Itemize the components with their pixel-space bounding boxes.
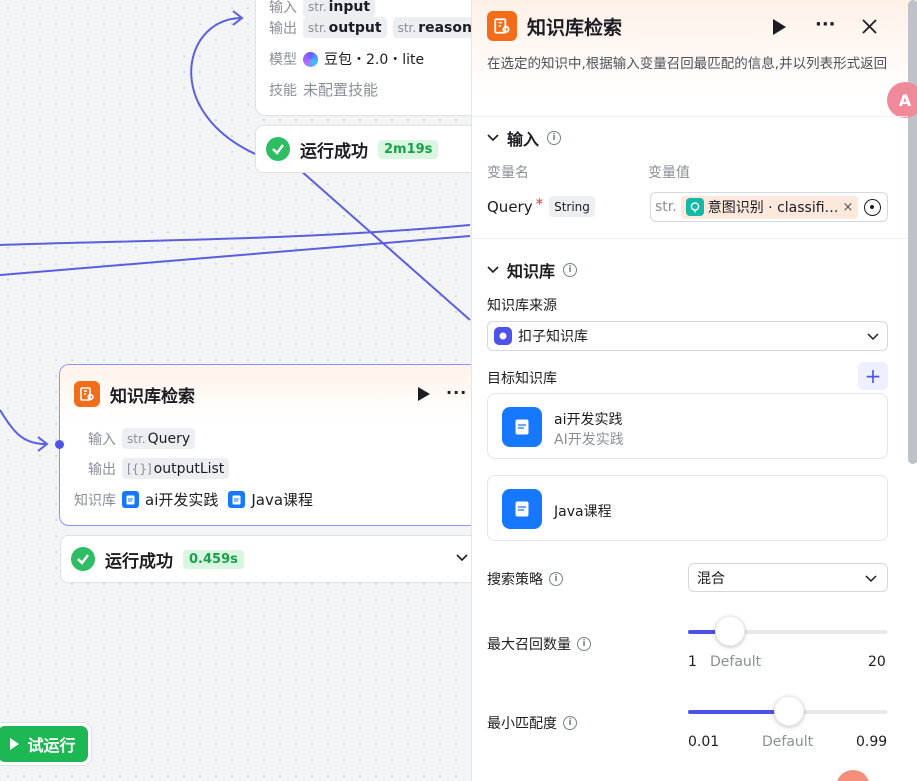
scrollbar[interactable] <box>908 0 917 464</box>
kb-retrieval-node[interactable]: 知识库检索 ··· 输入 str. Query 输出 [{}] outputList… <box>59 364 489 526</box>
doc-icon <box>502 407 542 447</box>
kb-label: 知识库 <box>74 492 116 509</box>
info-icon[interactable]: i <box>547 131 562 145</box>
status-text: 运行成功 <box>300 141 368 162</box>
input-label: 输入 <box>269 0 297 16</box>
input-tag: str. Query <box>122 428 196 449</box>
doubao-icon <box>303 51 318 67</box>
slider-default: Default <box>710 654 762 670</box>
kb-node-icon <box>487 11 517 41</box>
min-match-label: 最小匹配度 <box>487 716 557 732</box>
status-text: 运行成功 <box>105 551 173 572</box>
remove-icon[interactable]: × <box>843 200 854 215</box>
output-tag: str. output <box>303 17 387 38</box>
assistant-fab[interactable] <box>836 770 870 781</box>
kb-node-icon <box>74 381 100 407</box>
wire <box>0 409 46 445</box>
output-label: 输出 <box>269 20 297 37</box>
target-icon[interactable] <box>864 199 881 216</box>
model-label: 模型 <box>269 52 297 68</box>
var-type-badge: String <box>549 196 595 217</box>
chevron-down-icon[interactable] <box>487 266 499 274</box>
more-icon[interactable]: ··· <box>446 383 467 402</box>
info-icon[interactable]: i <box>577 637 591 651</box>
wire <box>0 235 471 276</box>
info-icon[interactable]: i <box>563 263 578 277</box>
llm-run-status[interactable]: 运行成功 2m19s <box>255 125 495 173</box>
kb-item: Java课程 <box>251 491 314 509</box>
max-recall-label: 最大召回数量 <box>487 637 571 653</box>
kb-run-status[interactable]: 运行成功 0.459s <box>60 535 480 583</box>
slider-default: Default <box>762 734 814 750</box>
required-mark: * <box>535 194 544 213</box>
slider-handle[interactable] <box>715 616 745 646</box>
var-name: Query <box>487 197 533 216</box>
play-icon[interactable] <box>418 387 430 401</box>
translate-icon[interactable]: A <box>887 82 917 118</box>
coze-icon <box>494 327 512 345</box>
input-port[interactable] <box>55 440 64 449</box>
info-icon[interactable]: i <box>563 716 577 730</box>
chevron-down-icon <box>867 333 879 341</box>
close-icon[interactable] <box>862 19 877 34</box>
add-kb-button[interactable]: + <box>858 362 888 390</box>
check-icon <box>71 547 95 571</box>
output-tag: [{}] outputList <box>122 458 230 479</box>
info-icon[interactable]: i <box>549 572 563 586</box>
model-value: 豆包・2.0・lite <box>324 52 425 68</box>
input-tag: str. input <box>303 0 376 17</box>
kb-section-title: 知识库 <box>507 262 556 281</box>
doc-icon <box>228 491 246 508</box>
slider-handle[interactable] <box>774 696 804 726</box>
more-icon[interactable]: ··· <box>815 14 836 35</box>
doc-icon <box>502 489 542 529</box>
chevron-down-icon[interactable] <box>456 554 468 562</box>
input-label: 输入 <box>88 431 116 448</box>
input-section-title: 输入 <box>507 130 540 149</box>
strategy-select[interactable]: 混合 <box>688 563 888 592</box>
intent-icon <box>685 198 704 216</box>
strategy-label: 搜索策略 <box>487 572 543 588</box>
chevron-down-icon <box>865 575 877 583</box>
kb-card-name: ai开发实践 <box>554 412 623 428</box>
skill-label: 技能 <box>269 82 297 99</box>
output-label: 输出 <box>88 461 116 478</box>
kb-item: ai开发实践 <box>145 491 219 509</box>
kb-source-label: 知识库来源 <box>487 298 557 314</box>
check-icon <box>266 137 290 161</box>
wire <box>299 169 471 321</box>
kb-card[interactable]: ai开发实践 AI开发实践 <box>487 393 888 459</box>
skill-value: 未配置技能 <box>303 81 379 99</box>
col-var-value: 变量值 <box>648 165 690 181</box>
doc-icon <box>122 491 139 508</box>
duration-badge: 2m19s <box>378 139 439 159</box>
slider-min: 0.01 <box>688 734 720 750</box>
target-kb-label: 目标知识库 <box>487 371 557 387</box>
panel-title: 知识库检索 <box>527 16 623 39</box>
col-var-name: 变量名 <box>487 165 529 181</box>
type-prefix: str. <box>655 199 677 215</box>
max-recall-slider[interactable] <box>688 616 887 646</box>
node-config-panel: 知识库检索 ··· 在选定的知识中,根据输入变量召回最匹配的信息,并以列表形式返… <box>471 0 917 781</box>
panel-description: 在选定的知识中,根据输入变量召回最匹配的信息,并以列表形式返回 <box>487 56 888 72</box>
test-run-button[interactable]: 试运行 <box>0 722 92 766</box>
kb-node-title: 知识库检索 <box>110 386 195 407</box>
variable-ref-chip[interactable]: 意图识别 · classifi… × <box>680 195 859 219</box>
play-icon <box>10 738 20 750</box>
chevron-down-icon[interactable] <box>487 134 499 142</box>
kb-card-desc: AI开发实践 <box>554 432 624 448</box>
kb-source-select[interactable]: 扣子知识库 <box>487 321 888 351</box>
llm-node[interactable]: 输入 str. input 输出 str. output str. reasonin … <box>255 0 495 116</box>
slider-max: 0.99 <box>856 734 888 750</box>
min-match-slider[interactable] <box>688 696 887 726</box>
play-icon[interactable] <box>773 19 786 35</box>
var-value-field[interactable]: str. 意图识别 · classifi… × <box>650 192 888 222</box>
duration-badge: 0.459s <box>183 549 244 569</box>
slider-min: 1 <box>688 654 697 670</box>
kb-card[interactable]: Java课程 <box>487 475 888 541</box>
slider-max: 20 <box>868 654 886 670</box>
kb-card-name: Java课程 <box>554 504 612 520</box>
